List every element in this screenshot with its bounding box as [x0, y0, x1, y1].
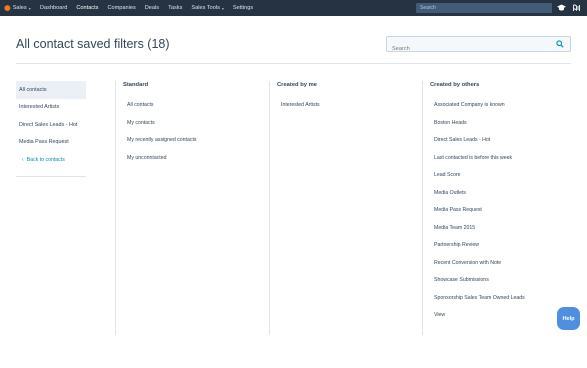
filter-link[interactable]: Direct Sales Leads - Hot — [434, 137, 572, 155]
filter-link[interactable]: Associated Company is known — [434, 102, 572, 120]
saved-filters-sidebar: All contacts Interested Artists Direct S… — [16, 81, 86, 177]
back-to-contacts-link[interactable]: ‹ Back to contacts — [16, 151, 86, 168]
filter-link[interactable]: Showcase Submissions — [434, 277, 572, 295]
help-label: Help — [562, 315, 575, 322]
filter-link[interactable]: All contacts — [127, 102, 269, 120]
help-button[interactable]: Help — [557, 307, 580, 330]
filter-link[interactable]: Media Pass Request — [434, 207, 572, 225]
filter-link[interactable]: Sponsorship Sales Team Owned Leads — [434, 295, 572, 313]
filter-link[interactable]: Partnership Review — [434, 242, 572, 260]
sidebar-item-label: All contacts — [19, 86, 47, 93]
sidebar-item-interested-artists[interactable]: Interested Artists — [16, 99, 86, 117]
graduation-cap-svg — [556, 4, 566, 11]
nav-dashboard[interactable]: Dashboard — [40, 0, 67, 16]
filter-link[interactable]: Boston Heads — [434, 120, 572, 138]
nav-tasks-label: Tasks — [168, 5, 183, 11]
nav-contacts[interactable]: Contacts — [76, 0, 98, 16]
standard-heading: Standard — [123, 82, 149, 88]
created-by-me-heading: Created by me — [277, 82, 317, 88]
nav-sales-tools-label: Sales Tools — [191, 5, 220, 11]
chevron-down-icon: ▾ — [221, 5, 224, 11]
notifications-svg — [572, 4, 580, 12]
chevron-down-icon: ▾ — [28, 5, 31, 11]
top-navigation-bar: ✺ Sales ▾ Dashboard Contacts Companies D… — [0, 0, 587, 16]
nav-companies[interactable]: Companies — [107, 0, 135, 16]
nav-companies-label: Companies — [107, 5, 136, 11]
nav-deals-label: Deals — [144, 5, 160, 11]
created-by-me-column: Created by me Interested Artists — [269, 81, 422, 335]
brand-label: Sales — [12, 5, 27, 11]
sidebar-item-direct-sales-leads-hot[interactable]: Direct Sales Leads - Hot — [16, 116, 86, 134]
notifications-icon[interactable] — [571, 3, 581, 13]
filter-link[interactable]: My recently assigned contacts — [127, 137, 269, 155]
filter-link[interactable]: My unconntacted — [127, 155, 269, 173]
graduation-cap-icon[interactable] — [556, 3, 566, 13]
created-by-others-heading: Created by others — [430, 82, 480, 88]
standard-filters-column: Standard All contacts My contacts My rec… — [115, 81, 269, 335]
filter-link[interactable]: View — [434, 312, 572, 330]
filter-link[interactable]: My contacts — [127, 120, 269, 138]
global-search-input[interactable]: Search — [416, 3, 552, 13]
created-by-me-filter-list: Interested Artists — [281, 102, 422, 120]
sales-hub-menu[interactable]: ✺ Sales ▾ — [0, 0, 40, 16]
header-divider — [16, 63, 571, 64]
search-icon[interactable] — [556, 40, 564, 48]
nav-contacts-label: Contacts — [76, 5, 99, 11]
filter-link[interactable]: Interested Artists — [281, 102, 422, 120]
sidebar-item-label: Direct Sales Leads - Hot — [19, 121, 78, 128]
filter-link[interactable]: Recent Conversion with Note — [434, 260, 572, 278]
sidebar-item-label: Interested Artists — [19, 104, 60, 111]
page-title: All contact saved filters (18) — [16, 37, 170, 51]
nav-settings-label: Settings — [232, 5, 254, 11]
filter-link[interactable]: Lead Score — [434, 172, 572, 190]
hubspot-sprocket-icon: ✺ — [4, 3, 11, 13]
nav-deals[interactable]: Deals — [145, 0, 159, 16]
nav-tasks[interactable]: Tasks — [168, 0, 182, 16]
created-by-others-filter-list: Associated Company is known Boston Heads… — [434, 102, 572, 330]
standard-filter-list: All contacts My contacts My recently ass… — [127, 102, 269, 172]
filters-search-box[interactable] — [386, 36, 571, 56]
sidebar-item-all-contacts[interactable]: All contacts — [16, 81, 86, 99]
filters-search-input[interactable] — [387, 42, 547, 56]
chevron-left-icon: ‹ — [22, 156, 24, 163]
filter-link[interactable]: Media Outlets — [434, 190, 572, 208]
created-by-others-column: Created by others Associated Company is … — [422, 81, 572, 335]
sidebar-item-media-pass-request[interactable]: Media Pass Request — [16, 134, 86, 152]
filter-link[interactable]: Media Team 2015 — [434, 225, 572, 243]
nav-sales-tools[interactable]: Sales Tools ▾ — [191, 0, 224, 16]
nav-dashboard-label: Dashboard — [40, 5, 68, 11]
sidebar-item-label: Media Pass Request — [19, 139, 69, 146]
filter-link[interactable]: Last contacted is before this week — [434, 155, 572, 173]
back-to-contacts-label: Back to contacts — [26, 156, 65, 163]
nav-settings[interactable]: Settings — [233, 0, 253, 16]
sidebar-divider — [16, 176, 86, 177]
